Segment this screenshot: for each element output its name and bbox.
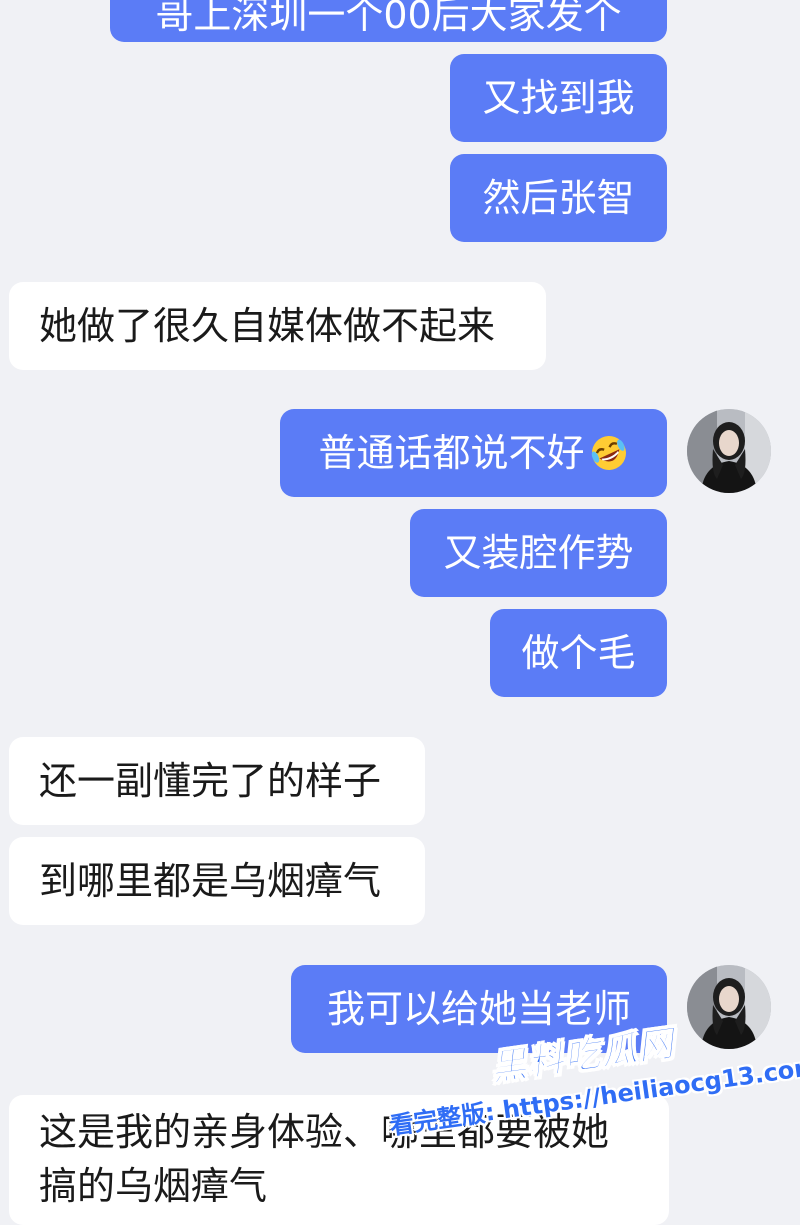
message-text: 到哪里都是乌烟瘴气 bbox=[39, 859, 382, 903]
chat-bubble-outgoing[interactable]: 又装腔作势 bbox=[410, 509, 667, 597]
chat-bubble-outgoing[interactable]: 普通话都说不好 bbox=[280, 409, 667, 497]
chat-bubble-incoming[interactable]: 还一副懂完了的样子 bbox=[9, 737, 425, 825]
chat-bubble-outgoing[interactable]: 又找到我 bbox=[450, 54, 667, 142]
chat-bubble-outgoing[interactable]: 然后张智 bbox=[450, 154, 667, 242]
contact-avatar[interactable] bbox=[687, 965, 771, 1049]
message-text: 我可以给她当老师 bbox=[326, 987, 631, 1031]
chat-bubble-incoming[interactable]: 到哪里都是乌烟瘴气 bbox=[9, 837, 425, 925]
message-text: 还一副懂完了的样子 bbox=[39, 759, 382, 803]
avatar-photo bbox=[687, 965, 771, 1049]
message-text: 然后张智 bbox=[482, 176, 635, 220]
message-text: 这是我的亲身体验、哪里都要被她搞的乌烟瘴气 bbox=[39, 1110, 610, 1208]
chat-bubble-outgoing[interactable]: 哥上深圳一个00后大家发个 bbox=[110, 0, 667, 42]
avatar-photo bbox=[687, 409, 771, 493]
message-text: 她做了很久自媒体做不起来 bbox=[39, 304, 496, 348]
chat-bubble-incoming[interactable]: 这是我的亲身体验、哪里都要被她搞的乌烟瘴气 bbox=[9, 1095, 669, 1225]
message-text: 哥上深圳一个00后大家发个 bbox=[155, 0, 622, 37]
message-text: 做个毛 bbox=[521, 631, 636, 675]
chat-bubble-outgoing[interactable]: 我可以给她当老师 bbox=[291, 965, 667, 1053]
chat-bubble-outgoing[interactable]: 做个毛 bbox=[490, 609, 667, 697]
chat-bubble-incoming[interactable]: 她做了很久自媒体做不起来 bbox=[9, 282, 546, 370]
message-text: 普通话都说不好 bbox=[318, 431, 585, 475]
message-text: 又装腔作势 bbox=[443, 531, 634, 575]
rolling-laughing-emoji bbox=[591, 436, 626, 470]
message-text: 又找到我 bbox=[482, 76, 635, 120]
contact-avatar[interactable] bbox=[687, 409, 771, 493]
